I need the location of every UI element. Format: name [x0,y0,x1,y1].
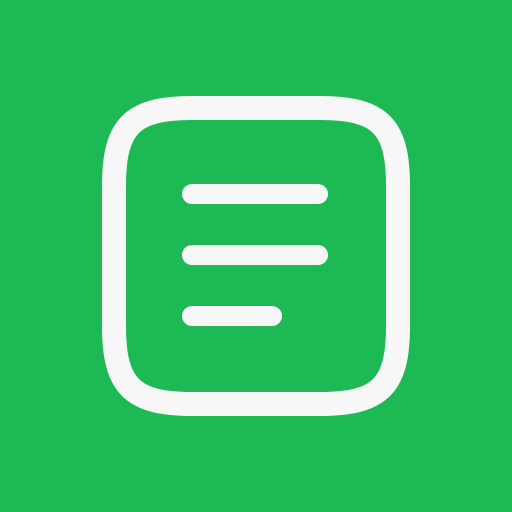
document-lines-icon [102,96,410,416]
app-icon-tile[interactable] [0,0,512,512]
